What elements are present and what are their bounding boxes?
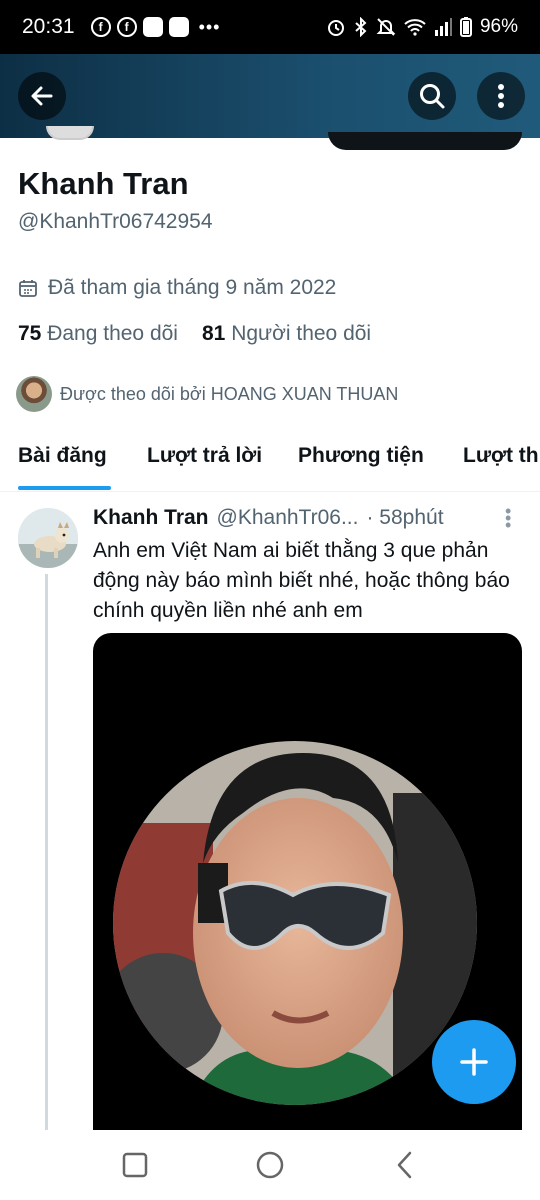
- post-time: · 58phút: [366, 506, 444, 529]
- profile-name: Khanh Tran: [18, 166, 189, 201]
- more-notifications-icon: •••: [198, 16, 221, 37]
- tab-likes[interactable]: Lượt th: [463, 444, 539, 468]
- joined-text: Đã tham gia tháng 9 năm 2022: [48, 276, 337, 299]
- dog-avatar-image: [18, 508, 78, 568]
- search-button[interactable]: [408, 72, 456, 120]
- notification-icons: f f •••: [90, 16, 221, 38]
- post-text: Anh em Việt Nam ai biết thằng 3 que phản…: [93, 539, 510, 622]
- follower-avatar: [16, 376, 52, 412]
- signal-icon: [434, 18, 452, 36]
- post-author-name[interactable]: Khanh Tran: [93, 506, 209, 530]
- facebook-icon: f: [90, 17, 111, 37]
- profile-action-button[interactable]: [328, 132, 522, 150]
- profile-handle: @KhanhTr06742954: [18, 210, 213, 233]
- more-vertical-icon: [498, 84, 504, 108]
- bluetooth-icon: [355, 17, 367, 37]
- post-header: Khanh Tran @KhanhTr06... · 58phút: [93, 506, 444, 530]
- more-button[interactable]: [477, 72, 525, 120]
- profile-tabs: Bài đăng Lượt trả lời Phương tiện Lượt t…: [0, 440, 540, 492]
- follow-stats: 75 Đang theo dõi 81 Người theo dõi: [18, 322, 371, 346]
- wifi-icon: [404, 19, 426, 36]
- back-nav-icon[interactable]: [395, 1150, 415, 1180]
- calendar-icon: [19, 280, 37, 297]
- following-count: 75: [18, 322, 42, 345]
- followers-label: Người theo dõi: [231, 322, 372, 345]
- app-notification-icon: [142, 17, 163, 37]
- battery-icon: [459, 17, 472, 37]
- system-icons: 96%: [326, 16, 518, 38]
- thread-line: [45, 574, 48, 1130]
- profile-avatar[interactable]: [46, 126, 94, 140]
- status-bar: 20:31 f f ••• 96%: [0, 0, 540, 54]
- post-author-handle[interactable]: @KhanhTr06...: [217, 506, 359, 530]
- status-time: 20:31: [22, 15, 75, 38]
- tab-replies[interactable]: Lượt trả lời: [147, 444, 262, 468]
- tab-media[interactable]: Phương tiện: [298, 444, 424, 468]
- back-button[interactable]: [18, 72, 66, 120]
- followed-by-text: Được theo dõi bởi HOANG XUAN THUAN: [60, 383, 399, 404]
- following-label: Đang theo dõi: [47, 322, 178, 345]
- followers-link[interactable]: 81 Người theo dõi: [202, 322, 371, 346]
- joined-date: Đã tham gia tháng 9 năm 2022: [18, 276, 336, 300]
- post-more-icon[interactable]: • • •: [505, 502, 511, 534]
- followers-count: 81: [201, 322, 226, 345]
- battery-level: 96%: [479, 16, 518, 37]
- facebook-icon: f: [116, 17, 137, 37]
- alarm-icon: [327, 20, 344, 36]
- mute-icon: [376, 18, 396, 36]
- compose-button[interactable]: [432, 1020, 516, 1104]
- search-icon: [420, 84, 445, 109]
- active-tab-indicator: [18, 486, 111, 490]
- following-link[interactable]: 75 Đang theo dõi: [18, 322, 178, 346]
- post-avatar[interactable]: [18, 508, 78, 568]
- app-notification-icon: [168, 17, 189, 37]
- home-icon[interactable]: [255, 1150, 285, 1180]
- recent-apps-icon[interactable]: [122, 1152, 148, 1178]
- tab-posts[interactable]: Bài đăng: [18, 444, 107, 468]
- system-nav-bar: [0, 1130, 540, 1200]
- followed-by[interactable]: Được theo dõi bởi HOANG XUAN THUAN: [16, 376, 398, 412]
- plus-icon: [460, 1048, 488, 1076]
- arrow-left-icon: [31, 86, 53, 106]
